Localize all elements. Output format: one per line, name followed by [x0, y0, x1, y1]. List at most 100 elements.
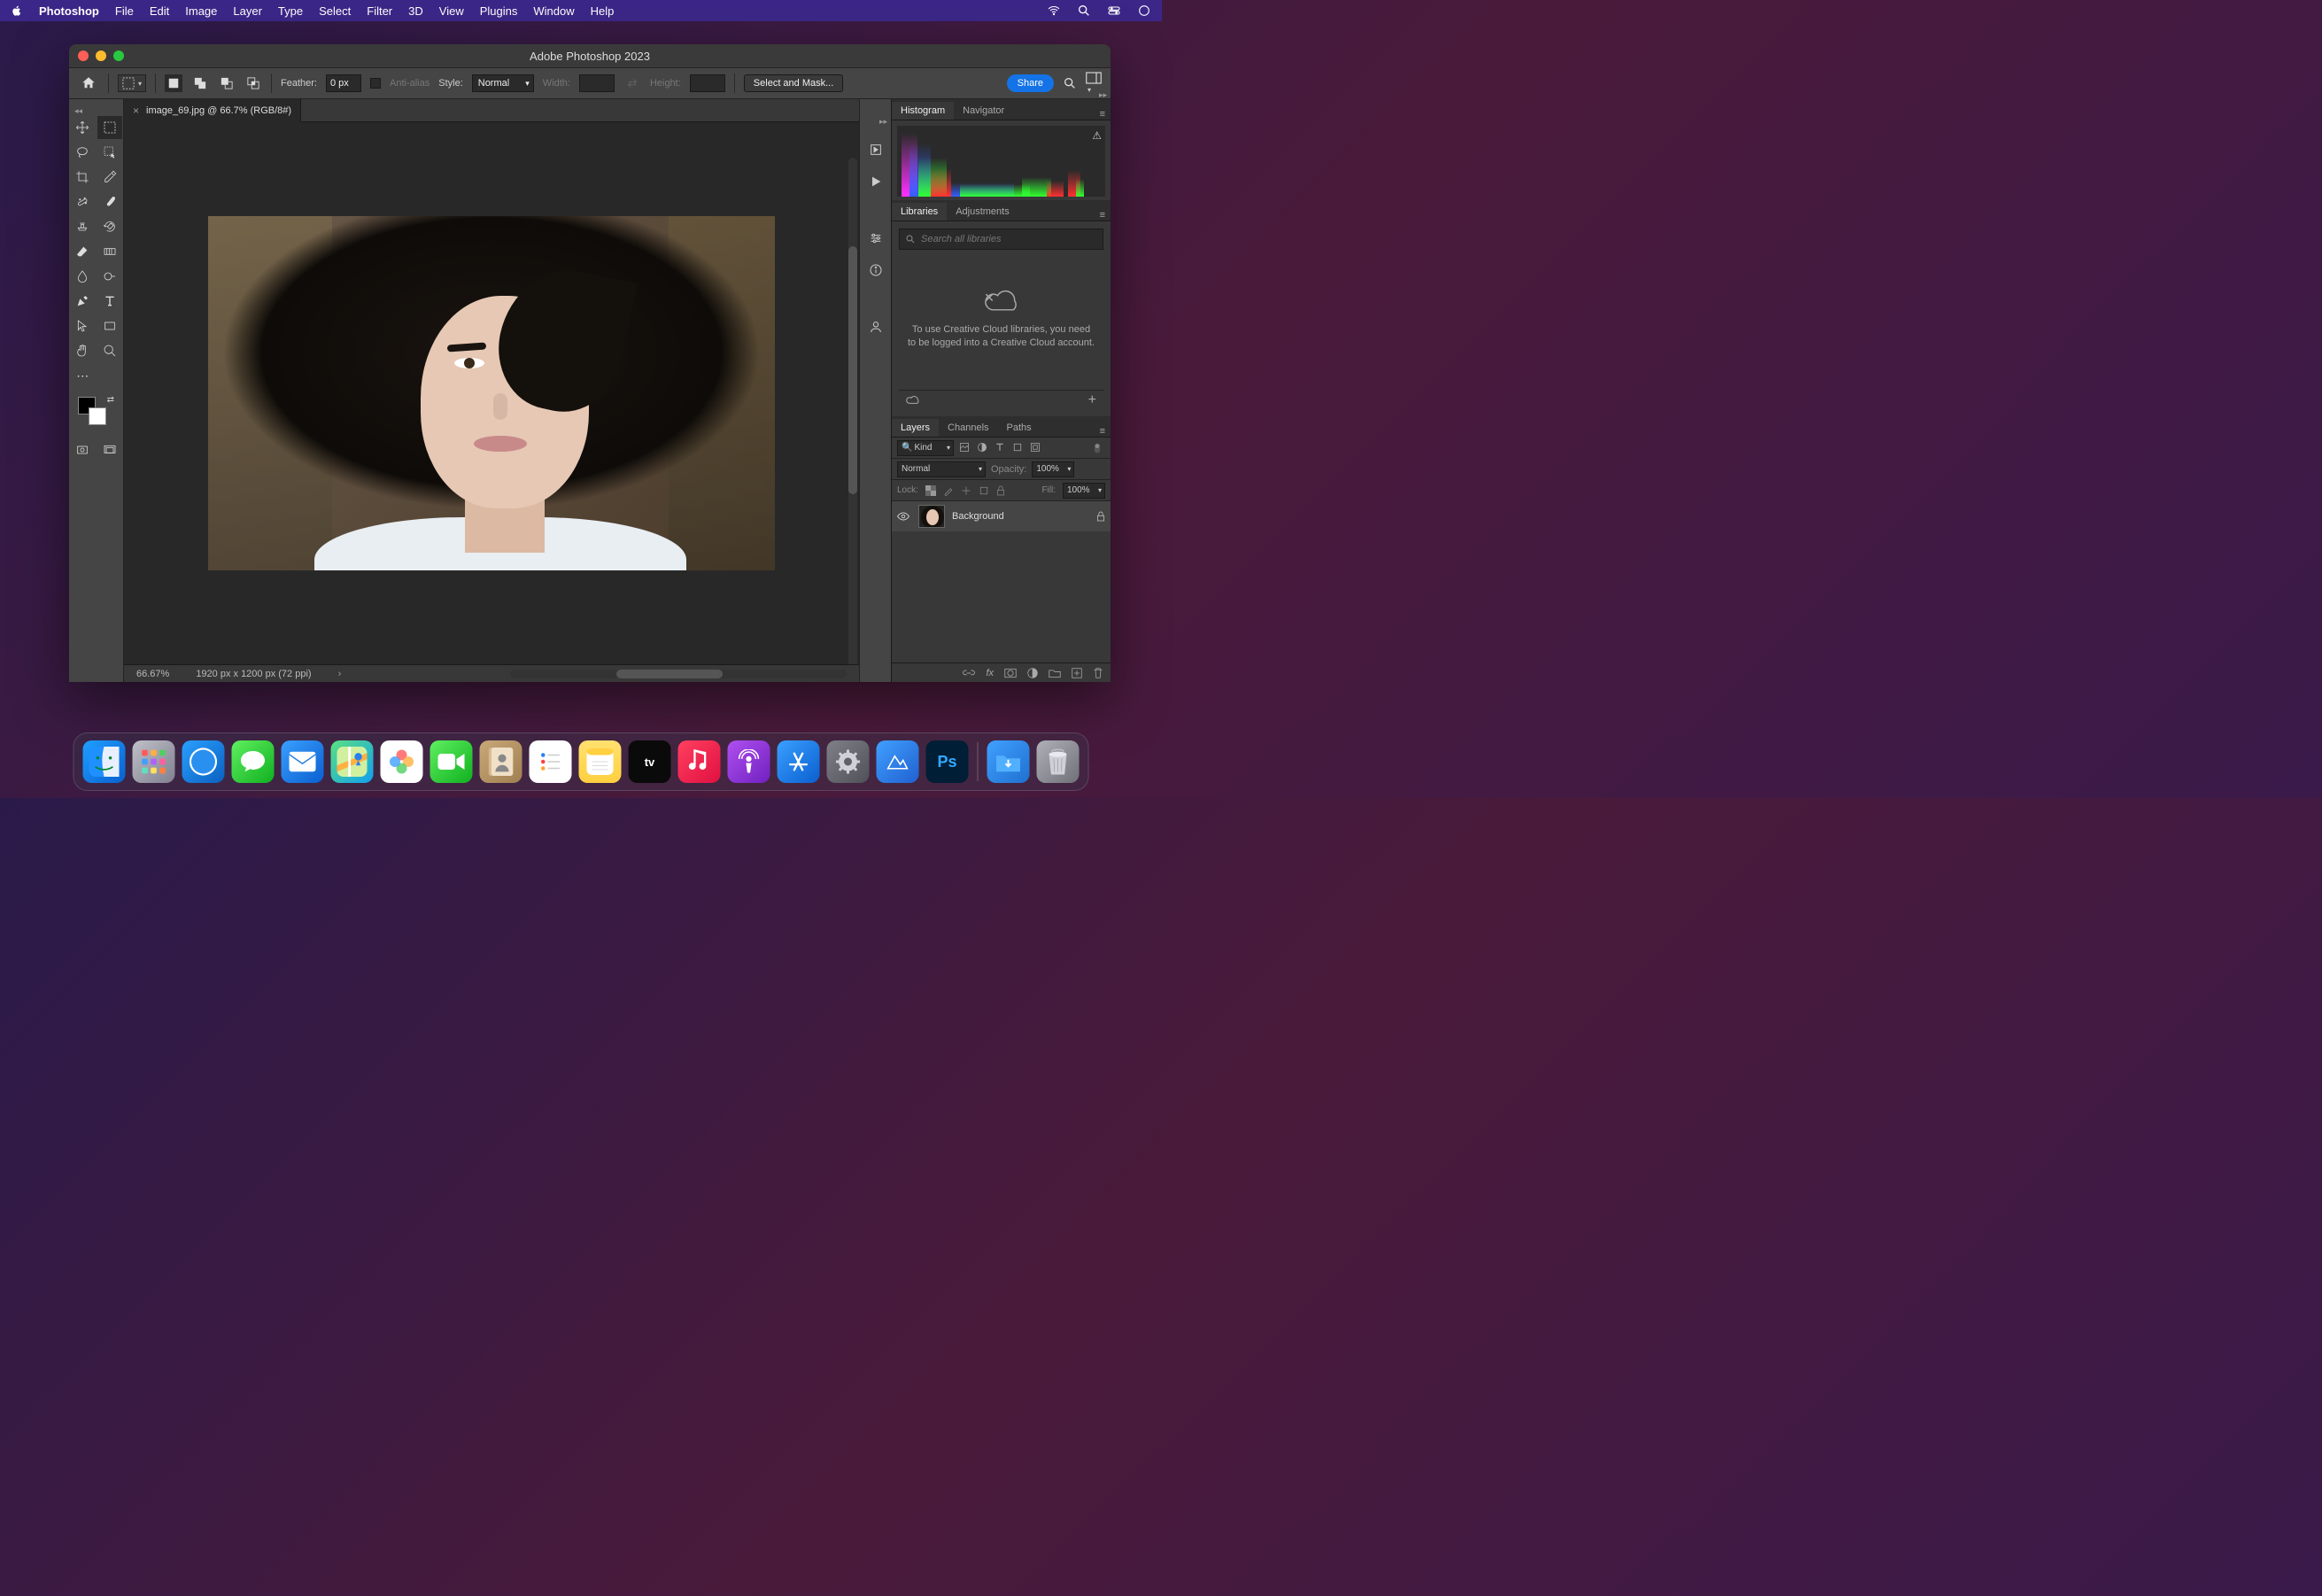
quick-mask-icon[interactable]: [70, 438, 95, 461]
dock-photos[interactable]: [381, 740, 423, 783]
dock-photoshop[interactable]: Ps: [926, 740, 969, 783]
histogram-panel-menu-icon[interactable]: ≡: [1095, 109, 1111, 120]
menubar-search-icon[interactable]: [1077, 4, 1091, 18]
menu-edit[interactable]: Edit: [150, 4, 169, 18]
object-selection-tool[interactable]: [97, 141, 122, 164]
document-dimensions[interactable]: 1920 px x 1200 px (72 ppi): [196, 669, 311, 679]
panels-collapse-icon[interactable]: ▸▸: [1099, 90, 1107, 100]
clone-stamp-tool[interactable]: [70, 215, 95, 238]
dock-appstore[interactable]: [778, 740, 820, 783]
hand-tool[interactable]: [70, 339, 95, 362]
libraries-panel-menu-icon[interactable]: ≡: [1095, 210, 1111, 221]
menubar-wifi-icon[interactable]: [1047, 4, 1061, 18]
menu-filter[interactable]: Filter: [367, 4, 392, 18]
tab-channels[interactable]: Channels: [939, 419, 997, 437]
filter-pixel-icon[interactable]: [959, 442, 971, 454]
status-chevron-icon[interactable]: ›: [338, 669, 342, 679]
menu-3d[interactable]: 3D: [408, 4, 423, 18]
menu-window[interactable]: Window: [533, 4, 574, 18]
dock-music[interactable]: [678, 740, 721, 783]
window-minimize-button[interactable]: [96, 50, 106, 61]
filter-toggle-icon[interactable]: [1093, 442, 1105, 454]
document-tab[interactable]: × image_69.jpg @ 66.7% (RGB/8#): [124, 99, 301, 122]
pen-tool[interactable]: [70, 290, 95, 313]
histogram-graph[interactable]: ⚠: [897, 126, 1105, 197]
layer-style-icon[interactable]: fx: [986, 668, 994, 678]
eyedropper-tool[interactable]: [97, 166, 122, 189]
menu-view[interactable]: View: [439, 4, 464, 18]
lock-image-icon[interactable]: [943, 485, 954, 496]
dock-messages[interactable]: [232, 740, 275, 783]
dock-finder[interactable]: [83, 740, 126, 783]
path-selection-tool[interactable]: [70, 314, 95, 337]
lock-artboard-icon[interactable]: [979, 485, 989, 496]
horizontal-scrollbar-thumb[interactable]: [616, 670, 723, 678]
menu-layer[interactable]: Layer: [233, 4, 262, 18]
menu-image[interactable]: Image: [185, 4, 217, 18]
select-and-mask-button[interactable]: Select and Mask...: [744, 74, 844, 92]
menubar-siri-icon[interactable]: [1137, 4, 1151, 18]
gradient-tool[interactable]: [97, 240, 122, 263]
dock-app-generic[interactable]: [877, 740, 919, 783]
close-tab-icon[interactable]: ×: [133, 105, 139, 117]
rectangular-marquee-tool[interactable]: [97, 116, 122, 139]
selection-subtract-icon[interactable]: [218, 74, 236, 92]
properties-panel-icon[interactable]: [867, 229, 885, 247]
tab-adjustments[interactable]: Adjustments: [947, 203, 1018, 221]
dock-podcasts[interactable]: [728, 740, 770, 783]
blur-tool[interactable]: [70, 265, 95, 288]
home-button[interactable]: [78, 73, 99, 94]
tool-preset-picker[interactable]: ▾: [118, 74, 146, 92]
lasso-tool[interactable]: [70, 141, 95, 164]
dock-maps[interactable]: [331, 740, 374, 783]
lock-position-icon[interactable]: [961, 485, 971, 496]
dock-mail[interactable]: [282, 740, 324, 783]
menu-plugins[interactable]: Plugins: [480, 4, 518, 18]
dock-safari[interactable]: [182, 740, 225, 783]
lock-transparency-icon[interactable]: [925, 485, 936, 496]
layer-thumbnail[interactable]: [918, 505, 945, 528]
new-layer-icon[interactable]: [1072, 668, 1082, 678]
layers-panel-menu-icon[interactable]: ≡: [1095, 426, 1111, 437]
group-layers-icon[interactable]: [1049, 668, 1061, 678]
filter-smart-icon[interactable]: [1030, 442, 1042, 454]
tab-libraries[interactable]: Libraries: [892, 203, 947, 221]
menu-type[interactable]: Type: [278, 4, 303, 18]
filter-shape-icon[interactable]: [1012, 442, 1025, 454]
character-panel-icon[interactable]: [867, 318, 885, 336]
background-color[interactable]: [89, 407, 106, 425]
delete-layer-icon[interactable]: [1093, 667, 1103, 679]
menubar-control-center-icon[interactable]: [1107, 4, 1121, 18]
horizontal-scrollbar-track[interactable]: [510, 670, 847, 678]
tab-paths[interactable]: Paths: [998, 419, 1041, 437]
canvas-area[interactable]: [124, 122, 859, 664]
share-button[interactable]: Share: [1007, 74, 1054, 92]
strip-collapse-icon[interactable]: ▸▸: [879, 117, 891, 127]
zoom-level[interactable]: 66.67%: [136, 669, 169, 679]
type-tool[interactable]: [97, 290, 122, 313]
add-mask-icon[interactable]: [1004, 668, 1017, 678]
window-close-button[interactable]: [78, 50, 89, 61]
tools-collapse-icon[interactable]: ◂◂: [69, 106, 123, 115]
tab-navigator[interactable]: Navigator: [954, 102, 1013, 120]
screen-mode-icon[interactable]: [97, 438, 122, 461]
cloud-sync-icon[interactable]: [906, 395, 920, 406]
dock-trash[interactable]: [1037, 740, 1080, 783]
layer-visibility-icon[interactable]: [897, 512, 911, 521]
filter-adjustment-icon[interactable]: [977, 442, 989, 454]
search-icon[interactable]: [1063, 76, 1077, 90]
libraries-search-input[interactable]: Search all libraries: [899, 229, 1103, 250]
info-panel-icon[interactable]: [867, 261, 885, 279]
swap-colors-icon[interactable]: ⇄: [107, 395, 114, 405]
spot-healing-tool[interactable]: [70, 190, 95, 213]
layer-lock-icon[interactable]: [1096, 511, 1105, 522]
actions-panel-icon[interactable]: [867, 141, 885, 159]
dock-settings[interactable]: [827, 740, 870, 783]
layers-empty-area[interactable]: [892, 531, 1111, 662]
dock-facetime[interactable]: [430, 740, 473, 783]
edit-toolbar-icon[interactable]: ⋯: [70, 364, 95, 387]
feather-input[interactable]: [326, 74, 361, 92]
selection-add-icon[interactable]: [191, 74, 209, 92]
move-tool[interactable]: [70, 116, 95, 139]
eraser-tool[interactable]: [70, 240, 95, 263]
